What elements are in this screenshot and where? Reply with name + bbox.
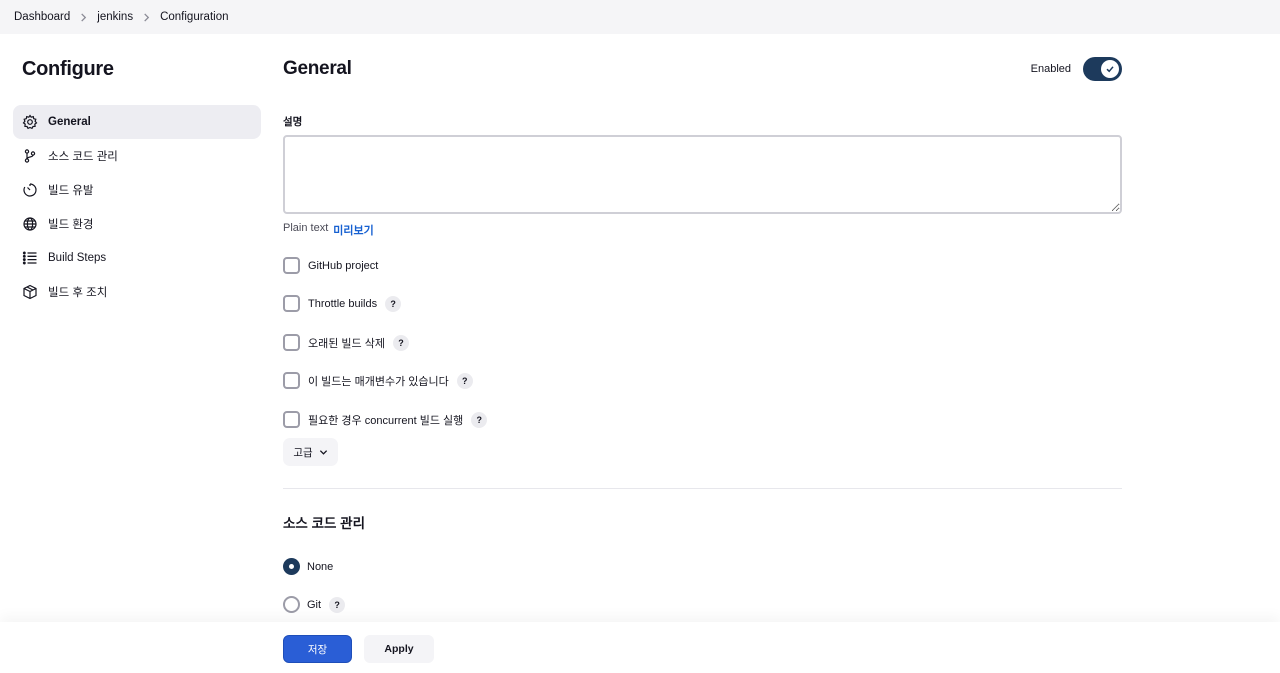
option-discard-old-builds: 오래된 빌드 삭제 ? — [283, 334, 409, 351]
option-label: 이 빌드는 매개변수가 있습니다 — [308, 375, 449, 388]
section-title-scm: 소스 코드 관리 — [283, 516, 366, 531]
chevron-right-icon — [70, 12, 97, 22]
sidebar-item-build-steps[interactable]: Build Steps — [13, 241, 261, 275]
breadcrumb-configuration[interactable]: Configuration — [160, 11, 228, 23]
concurrent-builds-checkbox[interactable] — [283, 411, 300, 428]
description-label: 설명 — [283, 116, 303, 128]
option-github-project: GitHub project — [283, 257, 378, 274]
discard-old-builds-checkbox[interactable] — [283, 334, 300, 351]
option-concurrent-builds: 필요한 경우 concurrent 빌드 실행 ? — [283, 411, 488, 428]
help-icon[interactable]: ? — [456, 372, 473, 389]
help-icon[interactable]: ? — [329, 596, 346, 613]
option-label: None — [307, 560, 334, 573]
option-parameterized: 이 빌드는 매개변수가 있습니다 ? — [283, 372, 473, 389]
sidebar-item-label: 소스 코드 관리 — [48, 151, 118, 163]
scm-option-git: Git ? — [283, 596, 346, 613]
timer-icon — [22, 182, 38, 198]
help-icon[interactable]: ? — [471, 411, 488, 428]
check-icon — [1101, 60, 1119, 78]
section-title-general: General — [283, 58, 352, 79]
sidebar-item-post-build[interactable]: 빌드 후 조치 — [13, 275, 261, 309]
sidebar-item-scm[interactable]: 소스 코드 관리 — [13, 139, 261, 173]
save-button[interactable]: 저장 — [283, 635, 352, 663]
throttle-builds-checkbox[interactable] — [283, 295, 300, 312]
sidebar-item-label: 빌드 환경 — [48, 219, 94, 231]
sidebar-nav: General 소스 코드 관리 빌드 유발 빌드 환경 Build Steps… — [13, 105, 261, 309]
github-project-checkbox[interactable] — [283, 257, 300, 274]
sidebar-item-label: General — [48, 116, 91, 128]
breadcrumb-jenkins[interactable]: jenkins — [97, 11, 133, 23]
package-icon — [22, 284, 38, 300]
sidebar-item-label: Build Steps — [48, 252, 107, 264]
scm-none-radio[interactable] — [283, 558, 300, 575]
sidebar-item-build-triggers[interactable]: 빌드 유발 — [13, 173, 261, 207]
help-icon[interactable]: ? — [392, 334, 409, 351]
description-format: Plain text 미리보기 — [283, 222, 374, 238]
bottom-action-bar — [0, 622, 1280, 673]
advanced-button[interactable]: 고급 — [283, 438, 338, 466]
enabled-label: Enabled — [1030, 63, 1071, 75]
help-icon[interactable]: ? — [385, 295, 402, 312]
parameterized-checkbox[interactable] — [283, 372, 300, 389]
advanced-label: 고급 — [293, 446, 313, 459]
gear-icon — [22, 114, 38, 130]
chevron-down-icon — [319, 449, 327, 455]
globe-icon — [22, 216, 38, 232]
option-label: 오래된 빌드 삭제 — [308, 337, 385, 350]
sidebar-item-label: 빌드 유발 — [48, 185, 94, 197]
section-divider — [283, 488, 1122, 489]
plain-text-label: Plain text — [283, 222, 329, 234]
option-label: 필요한 경우 concurrent 빌드 실행 — [308, 414, 464, 427]
sidebar-title: Configure — [22, 58, 114, 80]
enabled-toggle[interactable] — [1083, 57, 1122, 81]
option-label: Git — [307, 598, 322, 611]
scm-option-none: None — [283, 558, 333, 575]
scm-git-radio[interactable] — [283, 596, 300, 613]
apply-button[interactable]: Apply — [364, 635, 434, 663]
option-label: GitHub project — [308, 259, 379, 272]
branch-icon — [22, 148, 38, 164]
option-label: Throttle builds — [308, 297, 378, 310]
enabled-control: Enabled — [1031, 57, 1122, 81]
description-field[interactable] — [283, 135, 1122, 214]
sidebar-item-build-environment[interactable]: 빌드 환경 — [13, 207, 261, 241]
list-icon — [22, 250, 38, 266]
preview-link[interactable]: 미리보기 — [333, 222, 373, 238]
sidebar-item-general[interactable]: General — [13, 105, 261, 139]
sidebar-item-label: 빌드 후 조치 — [48, 287, 108, 299]
breadcrumb-dashboard[interactable]: Dashboard — [14, 11, 70, 23]
option-throttle-builds: Throttle builds ? — [283, 295, 402, 312]
breadcrumb: Dashboard jenkins Configuration — [0, 0, 1280, 34]
chevron-right-icon — [133, 12, 160, 22]
